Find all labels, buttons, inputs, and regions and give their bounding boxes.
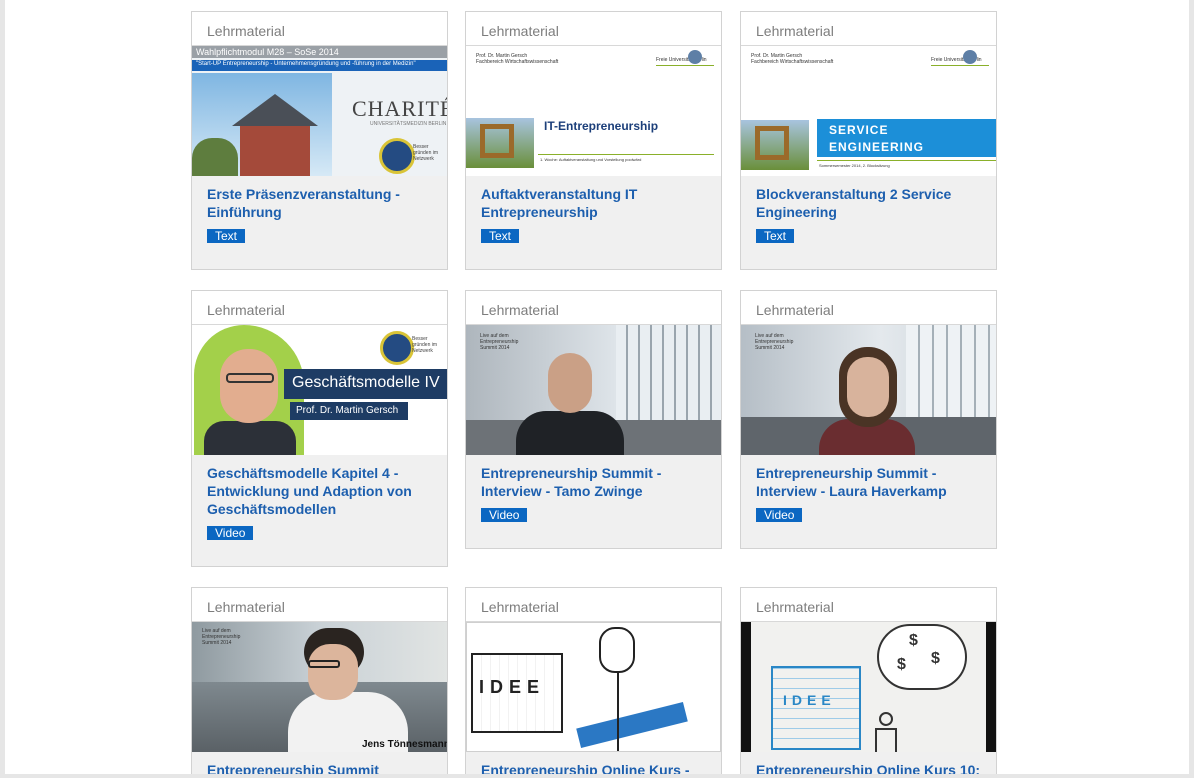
- card-category: Lehrmaterial: [741, 12, 996, 46]
- card-praesenzveranstaltung[interactable]: Lehrmaterial Wahlpflichtmodul M28 – SoSe…: [191, 11, 448, 270]
- slide-footer: Sommersemester 2014, 2. Blocksitzung: [819, 163, 890, 168]
- tree: [192, 138, 238, 176]
- card-summit-zwinge[interactable]: Lehrmaterial Live auf dem Entrepreneursh…: [465, 290, 722, 549]
- seal-text: Besser gründen im Netzwerk: [412, 336, 438, 354]
- interviewee-body: [516, 411, 624, 455]
- charite-logo: CHARITÉ: [352, 96, 447, 121]
- sculpture: [480, 124, 514, 158]
- presenter-face: [220, 349, 278, 423]
- card-thumbnail[interactable]: IDEE $ $ $: [741, 622, 996, 752]
- content-page: Lehrmaterial Wahlpflichtmodul M28 – SoSe…: [5, 0, 1189, 774]
- thought-bubble: [877, 624, 967, 690]
- card-online-kurs-das[interactable]: Lehrmaterial IDEE Entrepreneurship Onlin…: [465, 587, 722, 774]
- type-badge: Video: [756, 508, 803, 522]
- idee-letters: IDEE: [783, 692, 836, 708]
- interviewee-face: [847, 357, 889, 417]
- thumb-dept: Fachbereich Wirtschaftswissenschaft: [476, 59, 559, 65]
- card-thumbnail[interactable]: Prof. Dr. Martin Gersch Fachbereich Wirt…: [466, 46, 721, 176]
- card-category: Lehrmaterial: [466, 12, 721, 46]
- card-summit-haverkamp[interactable]: Lehrmaterial Live auf dem Entrepreneursh…: [740, 290, 997, 549]
- card-category: Lehrmaterial: [466, 588, 721, 622]
- card-category: Lehrmaterial: [741, 291, 996, 325]
- money-bag-icon: $: [897, 656, 906, 673]
- card-category: Lehrmaterial: [741, 588, 996, 622]
- type-badge: Video: [481, 508, 528, 522]
- card-title[interactable]: Entrepreneurship Summit: [207, 761, 433, 774]
- card-online-kurs-10[interactable]: Lehrmaterial IDEE $ $ $ Entrepreneurship…: [740, 587, 997, 774]
- uni-seal-icon: [688, 50, 702, 64]
- card-thumbnail[interactable]: Prof. Dr. Martin Gersch Fachbereich Wirt…: [741, 46, 996, 176]
- thumb-dept: Fachbereich Wirtschaftswissenschaft: [751, 59, 834, 65]
- card-category: Lehrmaterial: [192, 291, 447, 325]
- banner-line1: SERVICE: [829, 123, 889, 137]
- charite-logo-sub: UNIVERSITÄTSMEDIZIN BERLIN: [370, 121, 447, 127]
- card-title[interactable]: Blockveranstaltung 2 Service Engineering: [756, 185, 982, 221]
- card-title[interactable]: Erste Präsenzveranstaltung - Einführung: [207, 185, 433, 221]
- glasses-icon: [308, 660, 340, 668]
- card-thumbnail[interactable]: IDEE: [466, 622, 721, 752]
- card-thumbnail[interactable]: Geschäftsmodelle IV Prof. Dr. Martin Ger…: [192, 325, 447, 455]
- slide-title: IT-Entrepreneurship: [544, 119, 659, 133]
- card-summit-toennesmann[interactable]: Lehrmaterial Live auf dem Entrepreneursh…: [191, 587, 448, 774]
- card-service-engineering[interactable]: Lehrmaterial Prof. Dr. Martin Gersch Fac…: [740, 11, 997, 270]
- slide-heading: Geschäftsmodelle IV: [292, 374, 440, 391]
- card-title[interactable]: Entrepreneurship Online Kurs 10:: [756, 761, 982, 774]
- presenter-suit: [204, 421, 296, 455]
- type-badge: Text: [481, 229, 520, 243]
- type-badge: Text: [756, 229, 795, 243]
- live-text: Live auf dem Entrepreneurship Summit 201…: [202, 628, 241, 646]
- card-category: Lehrmaterial: [466, 291, 721, 325]
- card-geschaeftsmodelle[interactable]: Lehrmaterial Geschäftsmodelle IV Prof. D…: [191, 290, 448, 567]
- card-title[interactable]: Auftaktveranstaltung IT Entrepreneurship: [481, 185, 707, 221]
- type-badge: Text: [207, 229, 246, 243]
- card-title[interactable]: Entrepreneurship Summit - Interview - Ta…: [481, 464, 707, 500]
- idee-letters: IDEE: [479, 677, 546, 697]
- card-title[interactable]: Entrepreneurship Online Kurs - das: [481, 761, 707, 774]
- sculpture: [755, 126, 789, 160]
- live-text: Live auf dem Entrepreneurship Summit 201…: [755, 333, 794, 351]
- building-roof: [232, 94, 318, 126]
- figure-arm: [576, 701, 688, 749]
- live-text: Live auf dem Entrepreneurship Summit 201…: [480, 333, 519, 351]
- network-seal-icon: [379, 138, 415, 174]
- money-bag-icon: $: [909, 632, 918, 649]
- money-bag-icon: $: [931, 650, 940, 667]
- seal-text: Besser gründen im Netzwerk: [413, 144, 439, 162]
- thumb-banner-text: "Start-UP Entrepreneurship - Unternehmen…: [196, 61, 416, 67]
- card-category: Lehrmaterial: [192, 12, 447, 46]
- network-seal-icon: [380, 331, 414, 365]
- figure-head: [599, 627, 635, 673]
- thumb-header-text: Wahlpflichtmodul M28 – SoSe 2014: [196, 47, 339, 57]
- machine-drawing: [771, 666, 861, 750]
- card-it-entrepreneurship[interactable]: Lehrmaterial Prof. Dr. Martin Gersch Fac…: [465, 11, 722, 270]
- stand-drawing: [617, 673, 619, 751]
- banner-line2: ENGINEERING: [829, 140, 925, 154]
- building-tower: [240, 124, 310, 176]
- card-thumbnail[interactable]: Live auf dem Entrepreneurship Summit 201…: [466, 325, 721, 455]
- slide-subtitle: 1. Woche: Auftaktveranstaltung und Vorst…: [540, 157, 642, 162]
- interviewee-face: [308, 644, 358, 700]
- card-title[interactable]: Geschäftsmodelle Kapitel 4 - Entwicklung…: [207, 464, 433, 518]
- glasses-icon: [226, 373, 274, 383]
- type-badge: Video: [207, 526, 254, 540]
- card-category: Lehrmaterial: [192, 588, 447, 622]
- person-figure: [879, 712, 893, 726]
- card-title[interactable]: Entrepreneurship Summit - Interview - La…: [756, 464, 982, 500]
- uni-seal-icon: [963, 50, 977, 64]
- presenter-name: Prof. Dr. Martin Gersch: [296, 405, 399, 416]
- card-thumbnail[interactable]: Live auf dem Entrepreneurship Summit 201…: [192, 622, 447, 752]
- card-thumbnail[interactable]: Live auf dem Entrepreneurship Summit 201…: [741, 325, 996, 455]
- name-caption: Jens Tönnesmann: [362, 739, 447, 750]
- interviewee-face: [548, 353, 592, 413]
- card-thumbnail[interactable]: Wahlpflichtmodul M28 – SoSe 2014 "Start-…: [192, 46, 447, 176]
